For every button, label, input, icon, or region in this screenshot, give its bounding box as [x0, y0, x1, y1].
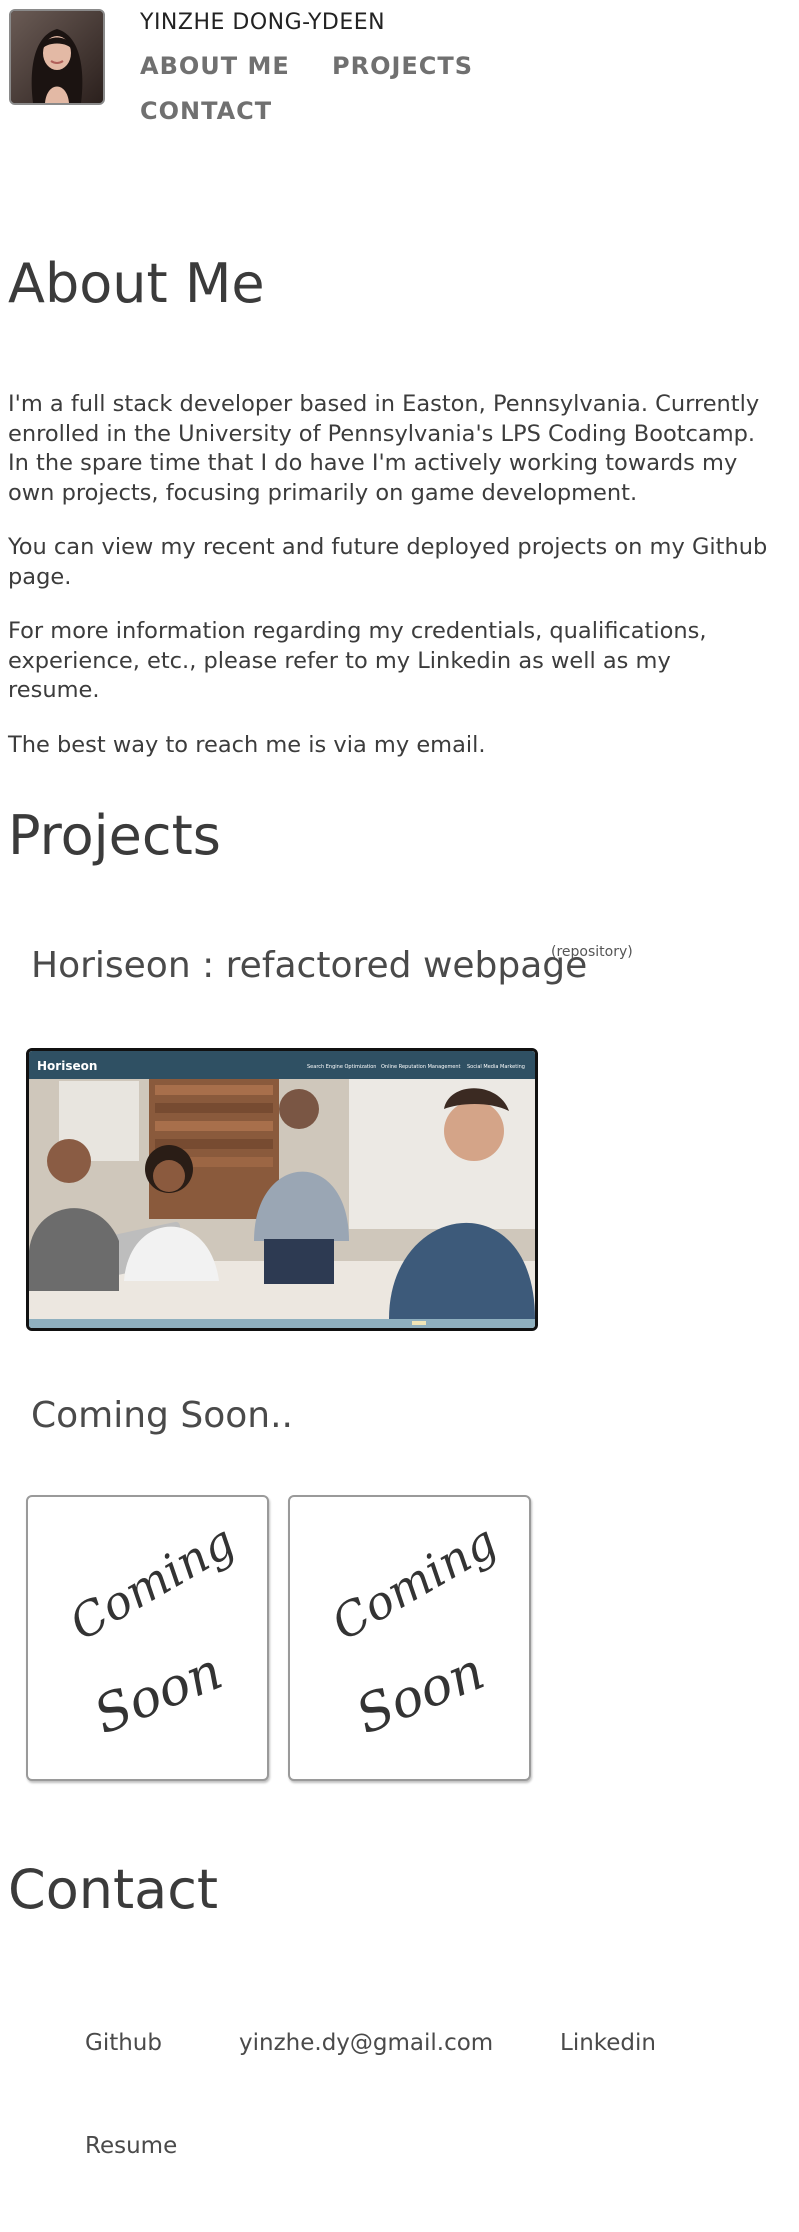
site-owner-name: YINZHE DONG-YDEEN: [140, 10, 386, 35]
thumb-brand: Horiseon: [37, 1059, 97, 1073]
coming-soon-card[interactable]: Coming Soon: [288, 1495, 531, 1781]
thumb-nav-item: Search Engine Optimization: [307, 1064, 376, 1070]
coming-soon-script: Coming Soon: [60, 1514, 243, 1746]
card-text-soon: Soon: [86, 1641, 231, 1746]
card-text-coming: Coming: [60, 1514, 243, 1651]
nav-contact[interactable]: CONTACT: [140, 97, 272, 125]
projects-heading: Projects: [8, 804, 221, 867]
email-link[interactable]: yinzhe.dy@gmail.com: [239, 2030, 493, 2056]
coming-soon-title: Coming Soon..: [31, 1395, 293, 1436]
repository-link[interactable]: (repository): [551, 944, 633, 960]
about-text: I'm a full stack developer based in East…: [8, 390, 768, 785]
about-paragraph: I'm a full stack developer based in East…: [8, 391, 760, 506]
about-paragraph: The best way to reach me is via my email…: [8, 731, 486, 758]
project-title: Horiseon : refactored webpage: [31, 945, 588, 986]
about-paragraph: For more information regarding my creden…: [8, 618, 707, 703]
github-link[interactable]: Github: [85, 2030, 162, 2056]
card-text-coming: Coming: [322, 1514, 505, 1651]
portrait-image: [11, 11, 103, 103]
coming-soon-card[interactable]: Coming Soon: [26, 1495, 269, 1781]
project-screenshot-image: Horiseon Search Engine Optimization Onli…: [29, 1051, 535, 1328]
profile-avatar: [9, 9, 105, 105]
card-text-soon: Soon: [348, 1641, 493, 1746]
linkedin-link[interactable]: Linkedin: [560, 2030, 656, 2056]
thumb-nav-item: Social Media Marketing: [467, 1064, 525, 1070]
nav-about-me[interactable]: ABOUT ME: [140, 52, 290, 80]
nav-projects[interactable]: PROJECTS: [332, 52, 473, 80]
coming-soon-script: Coming Soon: [322, 1514, 505, 1746]
thumb-nav-item: Online Reputation Management: [381, 1064, 461, 1070]
project-screenshot[interactable]: Horiseon Search Engine Optimization Onli…: [26, 1048, 538, 1331]
about-paragraph: You can view my recent and future deploy…: [8, 534, 768, 590]
about-heading: About Me: [8, 252, 265, 315]
resume-link[interactable]: Resume: [85, 2133, 177, 2159]
contact-heading: Contact: [8, 1858, 219, 1921]
